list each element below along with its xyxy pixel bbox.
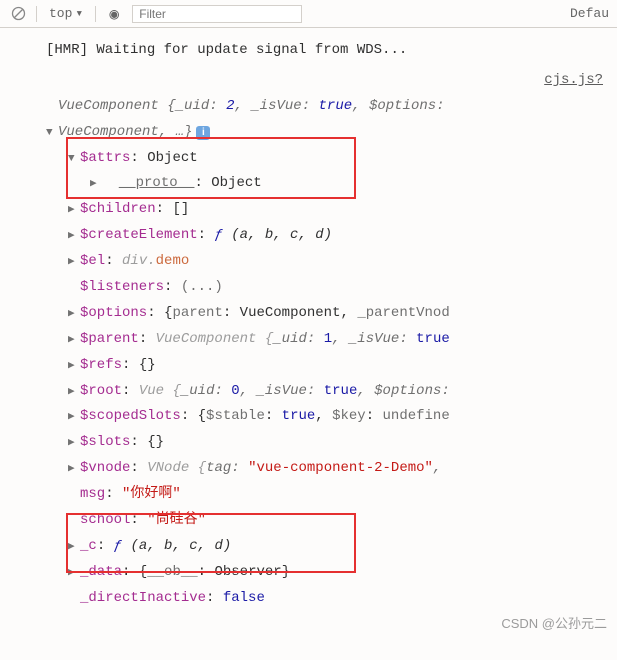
separator: [95, 6, 96, 22]
source-link[interactable]: cjs.js?: [6, 68, 603, 94]
expand-toggle-icon[interactable]: [68, 226, 80, 246]
eye-icon[interactable]: ◉: [104, 4, 124, 24]
prop-parent[interactable]: $parent: VueComponent {_uid: 1, _isVue: …: [6, 327, 611, 353]
levels-dropdown[interactable]: Defau: [570, 6, 609, 21]
prop-directInactive[interactable]: _directInactive: false: [6, 586, 611, 612]
expand-toggle-icon[interactable]: [90, 174, 102, 194]
prop-c[interactable]: _c: ƒ (a, b, c, d): [6, 534, 611, 560]
context-dropdown[interactable]: top ▾: [45, 4, 87, 23]
prop-el[interactable]: $el: div.demo: [6, 249, 611, 275]
expand-toggle-icon[interactable]: [68, 433, 80, 453]
expand-toggle-icon[interactable]: [68, 459, 80, 479]
expand-toggle-icon[interactable]: [68, 537, 80, 557]
log-message: [HMR] Waiting for update signal from WDS…: [6, 38, 611, 64]
prop-options[interactable]: $options: {parent: VueComponent, _parent…: [6, 301, 611, 327]
prop-vnode[interactable]: $vnode: VNode {tag: "vue-component-2-Dem…: [6, 456, 611, 482]
separator: [36, 6, 37, 22]
expand-toggle-icon[interactable]: [68, 356, 80, 376]
expand-toggle-icon[interactable]: [68, 563, 80, 583]
expand-toggle-icon[interactable]: [68, 382, 80, 402]
filter-input[interactable]: [132, 5, 302, 23]
class-name: VueComponent: [58, 94, 159, 120]
prop-refs[interactable]: $refs: {}: [6, 353, 611, 379]
prop-msg[interactable]: msg: "你好啊": [6, 482, 611, 508]
prop-attrs[interactable]: $attrs: Object: [6, 146, 611, 172]
info-icon[interactable]: i: [196, 126, 210, 140]
expand-toggle-icon[interactable]: [68, 149, 80, 169]
prop-slots[interactable]: $slots: {}: [6, 430, 611, 456]
expand-toggle-icon[interactable]: [68, 330, 80, 350]
block-icon[interactable]: [8, 4, 28, 24]
prop-scopedSlots[interactable]: $scopedSlots: {$stable: true, $key: unde…: [6, 404, 611, 430]
prop-school[interactable]: school: "尚硅谷": [6, 508, 611, 534]
expand-toggle-icon[interactable]: [68, 252, 80, 272]
expand-toggle-icon[interactable]: [46, 123, 58, 143]
class-name: VueComponent: [58, 120, 159, 146]
prop-proto[interactable]: __proto__: Object: [6, 171, 611, 197]
prop-children[interactable]: $children: []: [6, 197, 611, 223]
prop-data[interactable]: _data: {__ob__: Observer}: [6, 560, 611, 586]
expand-toggle-icon[interactable]: [68, 304, 80, 324]
prop-root[interactable]: $root: Vue {_uid: 0, _isVue: true, $opti…: [6, 379, 611, 405]
dropdown-label: top: [49, 6, 72, 21]
object-header-line2[interactable]: VueComponent, …} i: [6, 120, 611, 146]
prop-listeners[interactable]: $listeners: (...): [6, 275, 611, 301]
object-header[interactable]: VueComponent {_uid: 2, _isVue: true, $op…: [6, 94, 611, 120]
expand-toggle-icon[interactable]: [68, 407, 80, 427]
prop-createElement[interactable]: $createElement: ƒ (a, b, c, d): [6, 223, 611, 249]
expand-toggle-icon[interactable]: [68, 200, 80, 220]
console-toolbar: top ▾ ◉ Defau: [0, 0, 617, 28]
console-output: [HMR] Waiting for update signal from WDS…: [0, 28, 617, 618]
chevron-down-icon: ▾: [75, 6, 83, 21]
